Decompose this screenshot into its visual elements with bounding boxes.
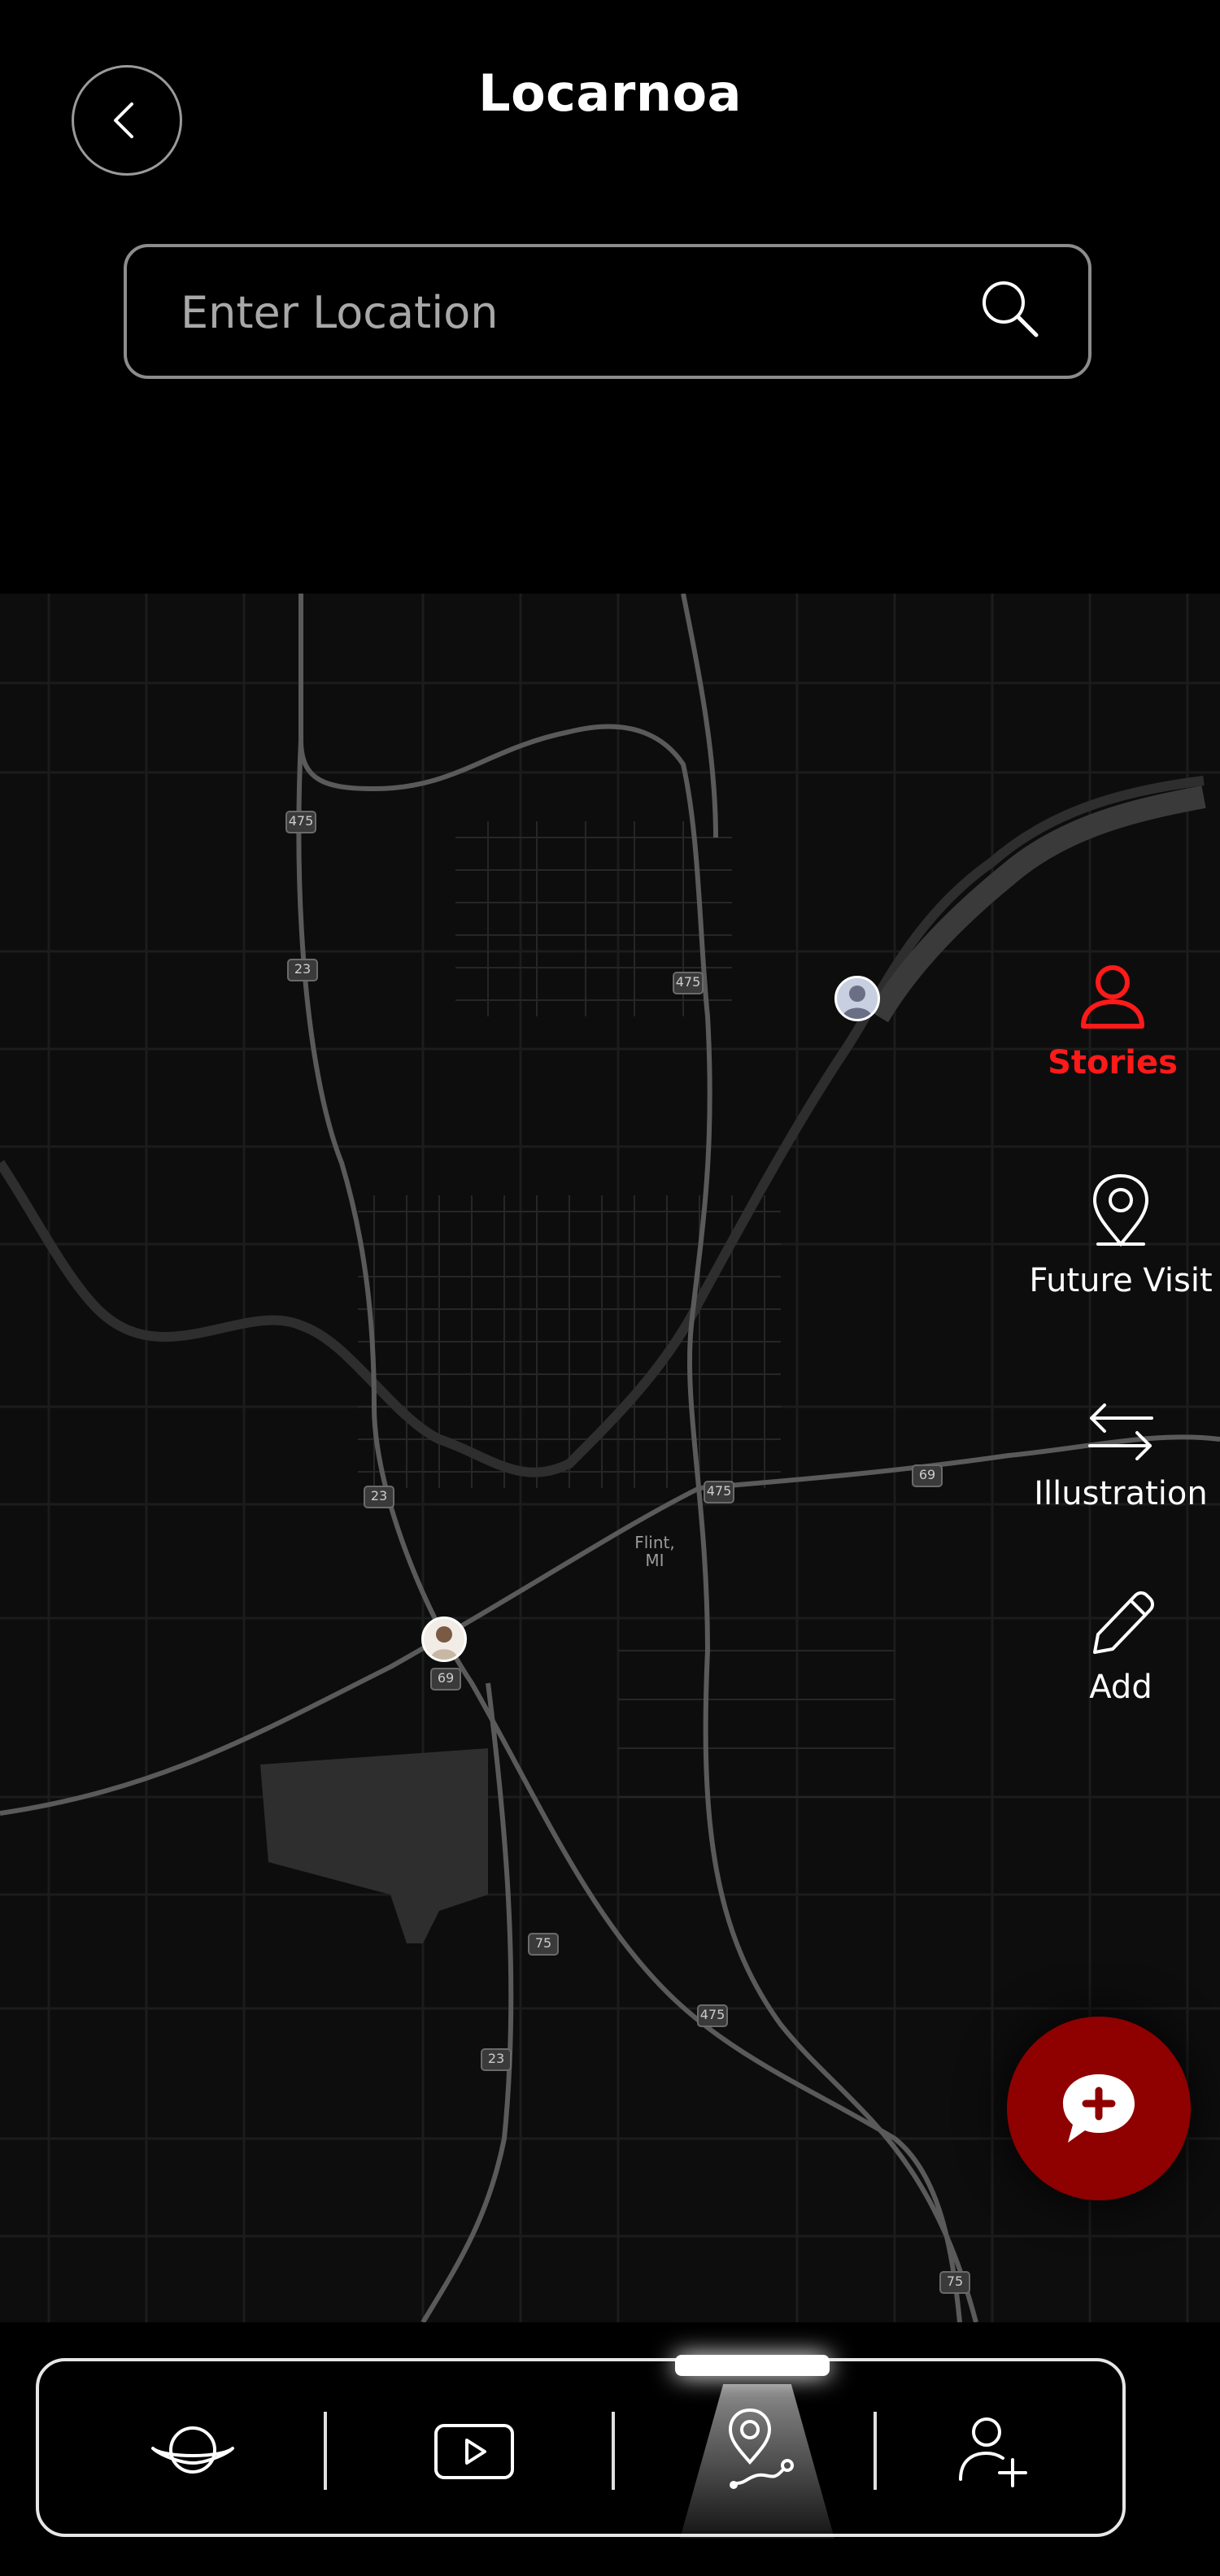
nav-item-videos[interactable] <box>421 2397 527 2503</box>
illustration-label: Illustration <box>1034 1475 1208 1512</box>
video-play-icon <box>434 2424 514 2479</box>
road-label: 75 <box>946 2274 964 2289</box>
map-route-icon <box>728 2408 794 2489</box>
road-label: 75 <box>534 1935 552 1951</box>
pencil-icon <box>1093 1591 1154 1654</box>
planet-icon <box>151 2426 234 2474</box>
road-label: 69 <box>437 1670 455 1686</box>
nav-item-add-friend[interactable] <box>940 2397 1046 2503</box>
road-label: 475 <box>675 974 701 990</box>
user-avatar-marker[interactable] <box>834 976 880 1021</box>
user-avatar-marker[interactable] <box>421 1617 467 1662</box>
future-visit-action[interactable]: Future Visit <box>1015 1171 1220 1299</box>
chat-add-icon <box>1063 2074 1135 2143</box>
road-label: 475 <box>699 2007 725 2022</box>
nav-item-map[interactable] <box>704 2397 810 2503</box>
future-visit-label: Future Visit <box>1029 1262 1213 1299</box>
add-label: Add <box>1089 1669 1152 1706</box>
road-label: 69 <box>918 1467 936 1482</box>
road-label: 475 <box>706 1483 732 1499</box>
avatar <box>842 986 873 1019</box>
search-icon[interactable] <box>979 278 1041 340</box>
add-user-icon <box>959 2417 1027 2487</box>
illustration-action[interactable]: Illustration <box>1015 1397 1220 1512</box>
location-pin-icon <box>1092 1173 1149 1247</box>
city-name: Flint, <box>634 1533 675 1552</box>
road-label: 23 <box>294 961 312 977</box>
stories-action[interactable]: Stories <box>1007 961 1218 1081</box>
road-label: 475 <box>288 813 314 829</box>
add-action[interactable]: Add <box>1015 1584 1220 1706</box>
person-icon <box>1081 965 1144 1029</box>
road-label: 23 <box>487 2051 505 2066</box>
nav-divider <box>874 2412 877 2490</box>
city-label: Flint, MI <box>626 1534 683 1569</box>
nav-item-explore[interactable] <box>140 2397 246 2503</box>
active-tab-indicator <box>675 2355 830 2376</box>
bottom-nav <box>36 2355 1126 2539</box>
road-label: 23 <box>370 1488 388 1503</box>
stories-label: Stories <box>1048 1044 1178 1081</box>
avatar <box>430 1626 458 1660</box>
city-state: MI <box>645 1551 664 1570</box>
nav-divider <box>324 2412 327 2490</box>
nav-divider <box>612 2412 615 2490</box>
arrows-exchange-icon <box>1088 1403 1153 1460</box>
location-search-input[interactable] <box>179 247 963 377</box>
location-search <box>124 244 1091 379</box>
page-title: Locarnoa <box>478 63 742 123</box>
new-chat-button[interactable] <box>1007 2017 1191 2200</box>
